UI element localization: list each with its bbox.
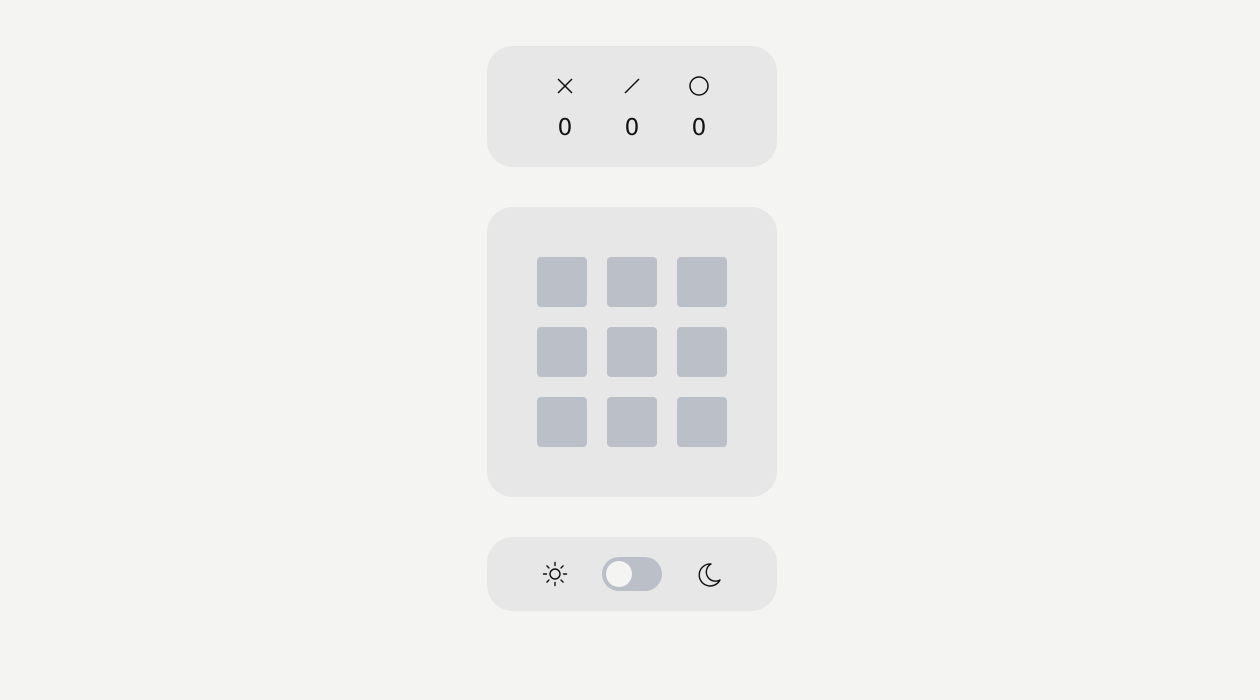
o-score-value: 0 (691, 115, 707, 141)
game-board-panel (487, 207, 777, 497)
board-cell-6[interactable] (677, 327, 727, 377)
board-cell-1[interactable] (537, 257, 587, 307)
ties-value: 0 (624, 115, 640, 141)
board-cell-2[interactable] (607, 257, 657, 307)
board-cell-5[interactable] (607, 327, 657, 377)
sun-icon (542, 561, 568, 587)
theme-panel (487, 537, 777, 611)
board-cell-7[interactable] (537, 397, 587, 447)
board-cell-8[interactable] (607, 397, 657, 447)
scoreboard-panel: 0 0 0 (487, 46, 777, 167)
toggle-knob (606, 561, 632, 587)
game-board (537, 257, 727, 447)
theme-toggle[interactable] (602, 557, 662, 591)
board-cell-9[interactable] (677, 397, 727, 447)
board-cell-3[interactable] (677, 257, 727, 307)
moon-icon (698, 563, 721, 587)
board-cell-4[interactable] (537, 327, 587, 377)
x-score-value: 0 (557, 115, 573, 141)
slash-icon (624, 78, 640, 94)
circle-icon (689, 76, 709, 96)
x-icon (557, 78, 573, 94)
